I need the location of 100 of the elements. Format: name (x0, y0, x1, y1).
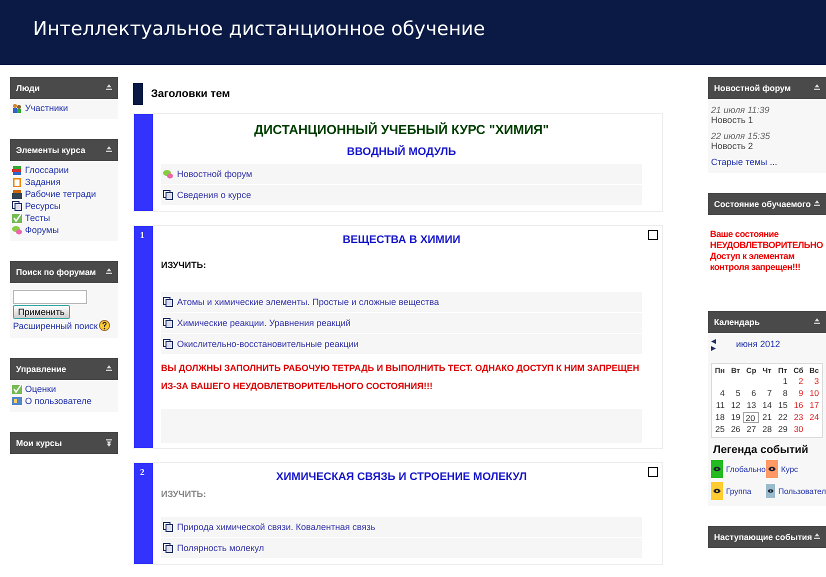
section-title: ХИМИЧЕСКАЯ СВЯЗЬ И СТРОЕНИЕ МОЛЕКУЛ (275, 470, 528, 485)
calendar-day[interactable]: 2 (790, 376, 806, 387)
block-title: Наступающие события (714, 532, 812, 542)
calendar-day[interactable]: 5 (728, 388, 744, 399)
calendar-day[interactable]: 20 (743, 412, 760, 423)
month-link[interactable]: июня 2012 (736, 339, 780, 351)
eye-swatch-icon[interactable] (711, 482, 723, 500)
block-title: Новостной форум (714, 83, 791, 93)
collapse-icon[interactable] (814, 318, 820, 326)
calendar-day[interactable]: 6 (743, 388, 760, 399)
legend-link[interactable]: Группа (726, 486, 752, 496)
block-link[interactable]: Оценки (25, 384, 56, 394)
block-link[interactable]: О пользователе (25, 396, 92, 406)
post-title: Новость 2 (711, 141, 754, 151)
calendar-day[interactable]: 8 (774, 388, 791, 399)
older-topics-link[interactable]: Старые темы ... (711, 157, 778, 167)
resource-link[interactable]: Новостной форум (177, 169, 252, 179)
calendar-day[interactable]: 19 (728, 412, 744, 423)
calendar-day[interactable]: 23 (790, 412, 806, 423)
chat-icon (12, 225, 22, 235)
post-title: Новость 1 (711, 115, 754, 125)
calendar-day[interactable]: 12 (728, 400, 744, 411)
section-title: ВВОДНЫЙ МОДУЛЬ (346, 144, 458, 160)
card-icon (12, 396, 22, 406)
eye-swatch-icon[interactable] (766, 460, 778, 478)
collapse-icon[interactable] (106, 268, 112, 276)
calendar-day[interactable]: 7 (759, 388, 775, 399)
block-link[interactable]: Ресурсы (25, 201, 60, 211)
calendar-day[interactable]: 29 (774, 424, 791, 435)
calendar-day[interactable]: 30 (790, 424, 806, 435)
block-title: Управление (16, 364, 66, 374)
collapse-icon[interactable] (106, 439, 112, 447)
people-icon (12, 103, 22, 113)
next-month-icon[interactable] (711, 346, 716, 351)
section-checkbox[interactable] (648, 467, 658, 477)
collapse-icon[interactable] (106, 84, 112, 92)
post-date: 21 июля 11:39 (711, 105, 770, 115)
site-title: Интеллектуальное дистанционное обучение (33, 18, 486, 40)
block-title: Поиск по форумам (16, 267, 96, 277)
state-message: Доступ к элементам (710, 251, 794, 262)
resource-link[interactable]: Природа химической связи. Ковалентная связь (177, 522, 376, 532)
resource-link[interactable]: Химические реакции. Уравнения реакций (177, 318, 351, 328)
calendar-day[interactable]: 28 (759, 424, 775, 435)
course-title: ДИСТАНЦИОННЫЙ УЧЕБНЫЙ КУРС "ХИМИЯ" (253, 121, 550, 139)
legend-link[interactable]: Курс (781, 464, 798, 474)
block-title: Элементы курса (16, 145, 86, 155)
apply-button[interactable]: Применить (13, 305, 70, 319)
calendar-day[interactable]: 26 (728, 424, 744, 435)
study-label: ИЗУЧИТЬ: (161, 489, 208, 501)
resource-link[interactable]: Атомы и химические элементы. Простые и сложные вещества (177, 297, 439, 307)
books-icon (12, 165, 22, 175)
previous-month-icon[interactable] (711, 339, 716, 344)
calendar-day[interactable]: 9 (790, 388, 806, 399)
calendar-day[interactable]: 3 (806, 376, 822, 387)
block-title: Календарь (714, 317, 760, 327)
calendar-day[interactable]: 16 (790, 400, 806, 411)
help-icon[interactable] (98, 320, 110, 331)
collapse-icon[interactable] (814, 200, 820, 208)
collapse-icon[interactable] (106, 365, 112, 373)
notebook-icon (12, 189, 22, 199)
calendar-day[interactable]: 15 (774, 400, 791, 411)
calendar-day[interactable]: 4 (712, 388, 728, 399)
search-field[interactable] (13, 290, 87, 304)
heading-marker (133, 83, 143, 105)
block-title: Состояние обучаемого (714, 199, 811, 209)
calendar-day[interactable]: 25 (712, 424, 728, 435)
calendar-day[interactable]: 27 (743, 424, 760, 435)
calendar-day[interactable]: 24 (806, 412, 822, 423)
collapse-icon[interactable] (814, 533, 820, 541)
calendar-day[interactable]: 14 (759, 400, 775, 411)
block-link[interactable]: Задания (25, 177, 61, 187)
calendar-day[interactable]: 10 (806, 388, 822, 399)
calendar-day[interactable]: 17 (806, 400, 822, 411)
calendar-day[interactable]: 1 (774, 376, 791, 387)
section-title: ВЕЩЕСТВА В ХИМИИ (342, 233, 462, 248)
legend-link[interactable]: Глобально (726, 464, 766, 474)
collapse-icon[interactable] (814, 84, 820, 92)
calendar-day[interactable]: 18 (712, 412, 728, 423)
block-link[interactable]: Участники (25, 103, 68, 113)
resource-link[interactable]: Окислительно-восстановительные реакции (177, 339, 359, 349)
block-link[interactable]: Рабочие тетради (25, 189, 96, 199)
block-title: Мои курсы (16, 438, 62, 448)
calendar-day[interactable]: 11 (712, 400, 728, 411)
advanced-search-link[interactable]: Расширенный поиск (13, 320, 98, 330)
resource-link[interactable]: Полярность молекул (177, 543, 264, 553)
state-message: Ваше состояние (710, 229, 779, 240)
state-message: контроля запрещен!!! (710, 262, 800, 273)
legend-link[interactable]: Пользовател (778, 486, 826, 496)
calendar-day[interactable]: 21 (759, 412, 775, 423)
eye-swatch-icon[interactable] (711, 460, 723, 478)
calendar-day[interactable]: 22 (774, 412, 791, 423)
block-link[interactable]: Форумы (25, 225, 59, 235)
section-checkbox[interactable] (648, 230, 658, 240)
legend-title: Легенда событий (712, 443, 810, 458)
block-link[interactable]: Глоссарии (25, 165, 69, 175)
eye-swatch-icon[interactable] (766, 482, 776, 500)
collapse-icon[interactable] (106, 146, 112, 154)
resource-link[interactable]: Сведения о курсе (177, 190, 252, 200)
calendar-day[interactable]: 13 (743, 400, 760, 411)
block-link[interactable]: Тесты (25, 213, 50, 223)
